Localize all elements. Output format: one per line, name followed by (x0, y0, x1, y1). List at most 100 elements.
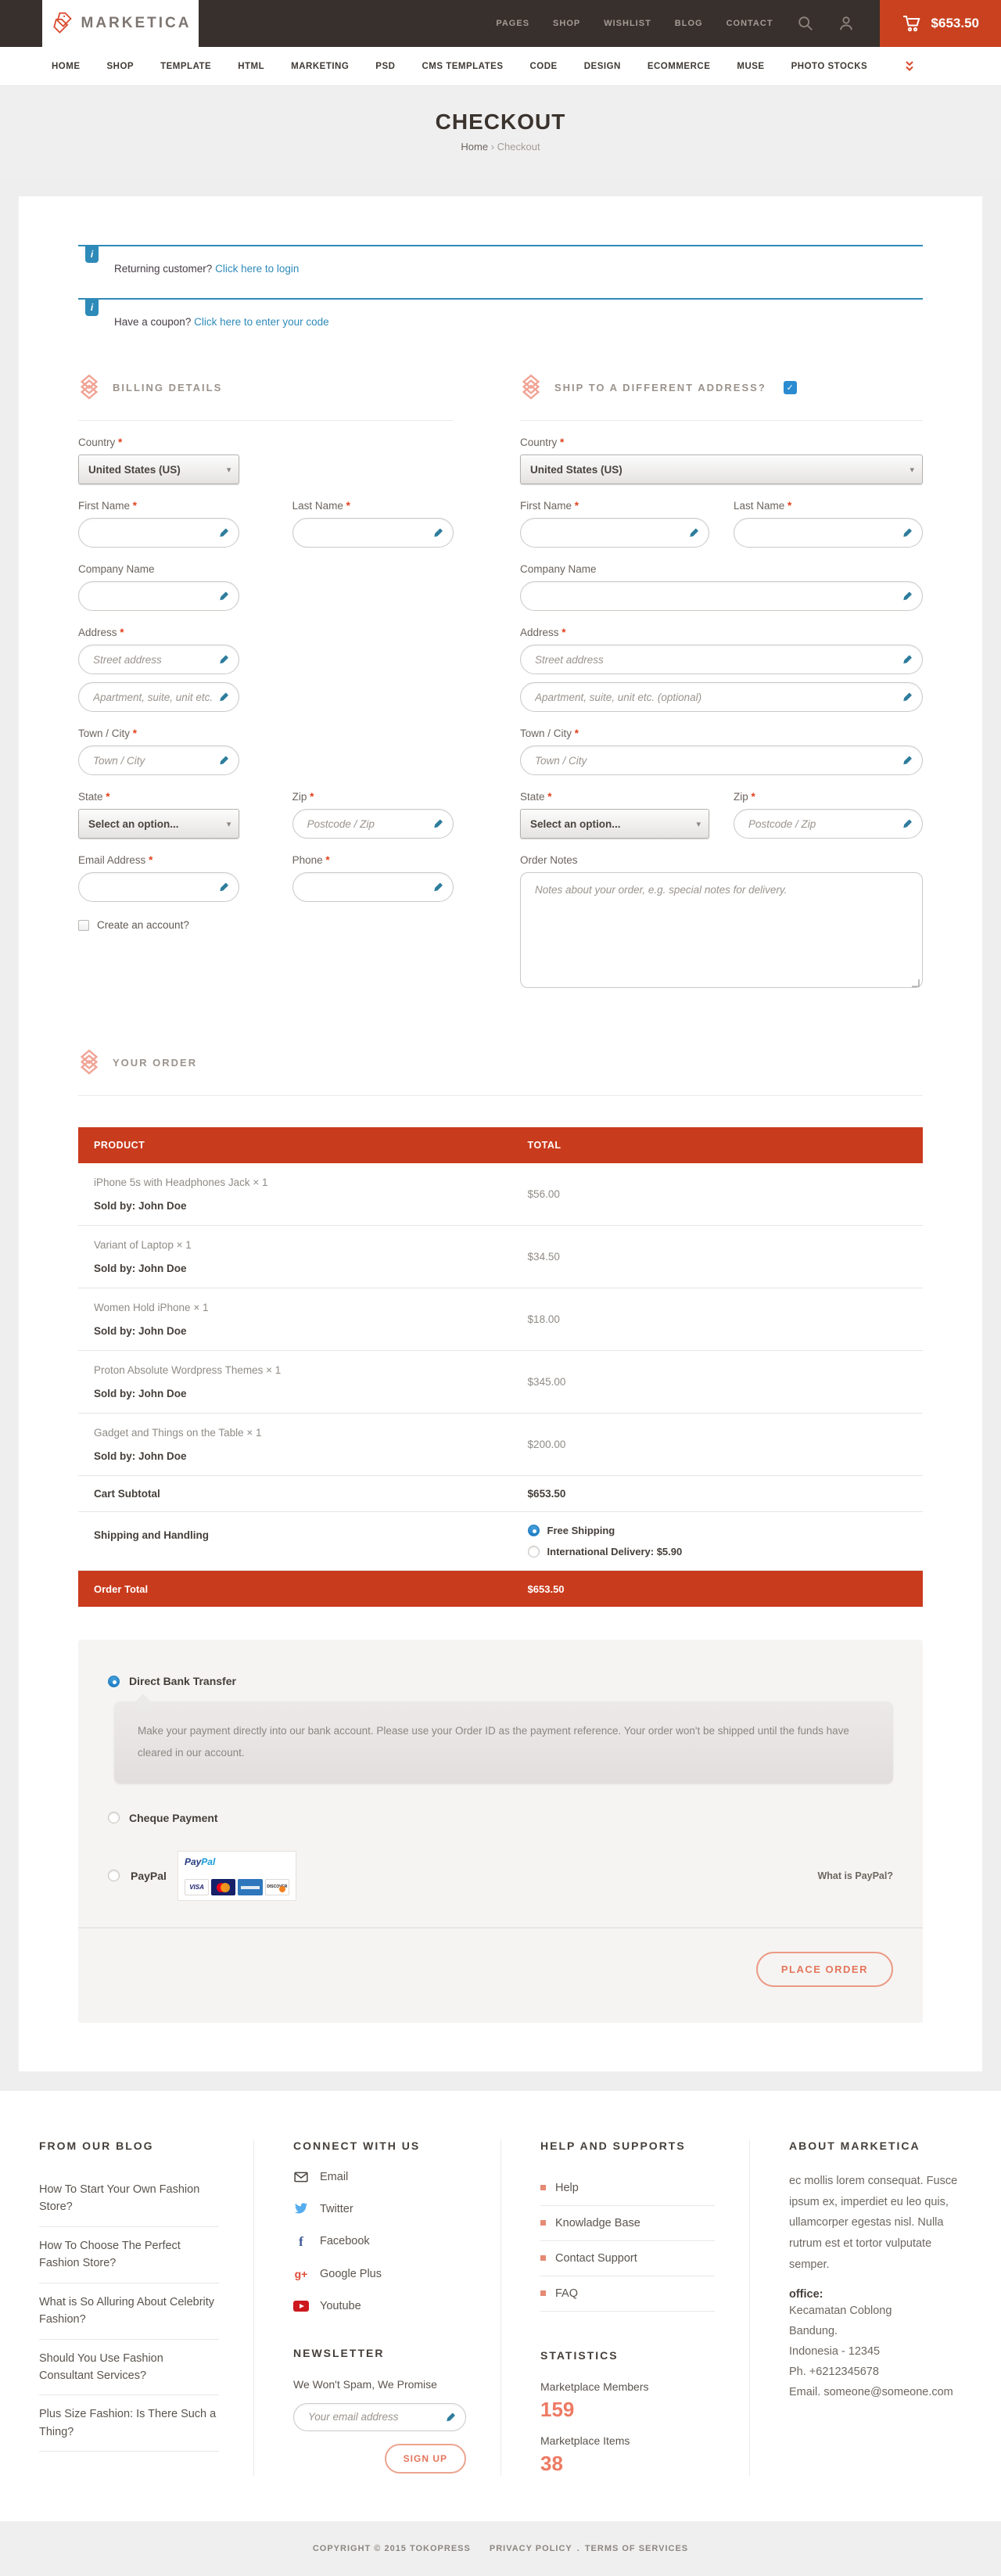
nav-template[interactable]: TEMPLATE (160, 62, 211, 71)
blog-link[interactable]: Plus Size Fashion: Is There Such a Thing… (39, 2395, 219, 2452)
blog-link[interactable]: What is So Alluring About Celebrity Fash… (39, 2283, 219, 2340)
billing-first-name-input[interactable] (78, 518, 239, 548)
sign-up-button[interactable]: SIGN UP (385, 2444, 466, 2474)
coupon-notice: i Have a coupon? Click here to enter you… (78, 298, 923, 339)
nav-ecommerce[interactable]: ECOMMERCE (648, 62, 711, 71)
topnav-blog[interactable]: BLOG (675, 19, 703, 28)
account-icon[interactable] (838, 15, 855, 32)
nav-photo-stocks[interactable]: PHOTO STOCKS (791, 62, 868, 71)
radio-selected[interactable] (108, 1676, 120, 1687)
shipping-state-select[interactable]: Select an option... ▾ (520, 809, 709, 839)
order-notes-textarea[interactable] (520, 872, 923, 988)
what-is-paypal-link[interactable]: What is PayPal? (817, 1870, 893, 1881)
main-nav: HOME SHOP TEMPLATE HTML MARKETING PSD CM… (0, 47, 1001, 86)
nav-home[interactable]: HOME (52, 62, 81, 71)
stat-label: Marketplace Items (540, 2434, 715, 2447)
shipping-town-input[interactable] (520, 745, 923, 775)
email-link[interactable]: Email (293, 2171, 466, 2183)
radio-unselected[interactable] (528, 1546, 540, 1557)
place-order-button[interactable]: PLACE ORDER (756, 1952, 893, 1987)
terms-link[interactable]: TERMS OF SERVICES (585, 2544, 688, 2553)
international-delivery-option[interactable]: International Delivery: $5.90 (528, 1546, 683, 1557)
shipping-state-group: State * Select an option... ▾ (520, 775, 709, 839)
sold-by: Sold by: John Doe (94, 1388, 528, 1399)
topnav-contact[interactable]: CONTACT (727, 19, 773, 28)
create-account-checkbox[interactable] (78, 920, 89, 931)
billing-zip-input[interactable] (292, 809, 454, 839)
billing-country-select[interactable]: United States (US) ▾ (78, 454, 239, 484)
shipping-company-input[interactable] (520, 581, 923, 611)
blog-link[interactable]: Should You Use Fashion Consultant Servic… (39, 2340, 219, 2396)
billing-last-name-input[interactable] (292, 518, 454, 548)
shipping-street-field (520, 645, 923, 674)
help-link[interactable]: Knowladge Base (540, 2206, 715, 2241)
cart-icon (902, 14, 922, 33)
radio-selected[interactable] (528, 1525, 540, 1536)
billing-state-select[interactable]: Select an option... ▾ (78, 809, 239, 839)
nav-shop[interactable]: SHOP (107, 62, 135, 71)
nav-psd[interactable]: PSD (375, 62, 395, 71)
billing-column: BILLING DETAILS Country * United States … (78, 373, 454, 992)
cheque-method[interactable]: Cheque Payment (108, 1812, 893, 1824)
nav-html[interactable]: HTML (238, 62, 264, 71)
address-line: Ph. +6212345678 (789, 2362, 967, 2382)
login-link[interactable]: Click here to login (215, 263, 299, 275)
notice-prefix: Returning customer? (114, 263, 212, 275)
dot-separator: . (577, 2544, 580, 2553)
billing-phone-input[interactable] (292, 872, 454, 902)
cart-button[interactable]: $653.50 (880, 0, 1001, 47)
shipping-column: SHIP TO A DIFFERENT ADDRESS? ✓ Country *… (520, 373, 923, 992)
social-label: Twitter (320, 2203, 353, 2215)
blog-link[interactable]: How To Start Your Own Fashion Store? (39, 2171, 219, 2227)
cart-subtotal-value: $653.50 (528, 1488, 566, 1500)
google-plus-link[interactable]: g+ Google Plus (293, 2268, 466, 2280)
billing-company-input[interactable] (78, 581, 239, 611)
breadcrumb-home[interactable]: Home (461, 141, 488, 153)
nav-cms-templates[interactable]: CMS TEMPLATES (422, 62, 503, 71)
topnav-pages[interactable]: PAGES (496, 19, 529, 28)
label-text: Country (520, 437, 557, 448)
shipping-state-zip-row: State * Select an option... ▾ Zip * (520, 775, 923, 839)
help-link[interactable]: Help (540, 2171, 715, 2206)
blog-link[interactable]: How To Choose The Perfect Fashion Store? (39, 2227, 219, 2283)
shipping-last-name-input[interactable] (734, 518, 923, 548)
select-arrow-icon: ▾ (697, 819, 701, 829)
nav-muse[interactable]: MUSE (737, 62, 764, 71)
shipping-apartment-input[interactable] (520, 682, 923, 712)
nav-design[interactable]: DESIGN (584, 62, 621, 71)
facebook-link[interactable]: f Facebook (293, 2235, 466, 2248)
shipping-country-select[interactable]: United States (US) ▾ (520, 454, 923, 484)
billing-street-input[interactable] (78, 645, 239, 674)
total-column-header: TOTAL (528, 1140, 561, 1151)
topnav-shop[interactable]: SHOP (553, 19, 580, 28)
brand-name: MARKETICA (81, 15, 192, 32)
bank-transfer-method[interactable]: Direct Bank Transfer (108, 1675, 893, 1687)
topnav-wishlist[interactable]: WISHLIST (604, 19, 651, 28)
ship-different-checkbox[interactable]: ✓ (784, 381, 797, 394)
shipping-first-name-input[interactable] (520, 518, 709, 548)
radio-unselected[interactable] (108, 1870, 120, 1881)
shipping-zip-input[interactable] (734, 809, 923, 839)
twitter-link[interactable]: Twitter (293, 2203, 466, 2215)
table-row: Gadget and Things on the Table × 1Sold b… (78, 1414, 923, 1476)
nav-marketing[interactable]: MARKETING (291, 62, 349, 71)
billing-email-input[interactable] (78, 872, 239, 902)
required-mark: * (133, 728, 137, 739)
privacy-policy-link[interactable]: PRIVACY POLICY (490, 2544, 572, 2553)
billing-town-input[interactable] (78, 745, 239, 775)
help-link[interactable]: Contact Support (540, 2241, 715, 2276)
nav-code[interactable]: CODE (530, 62, 558, 71)
chevrons-down-icon[interactable] (904, 60, 915, 77)
billing-apartment-input[interactable] (78, 682, 239, 712)
select-value: United States (US) (530, 464, 622, 476)
coupon-link[interactable]: Click here to enter your code (194, 316, 329, 328)
radio-unselected[interactable] (108, 1812, 120, 1823)
youtube-link[interactable]: Youtube (293, 2300, 466, 2312)
free-shipping-option[interactable]: Free Shipping (528, 1525, 683, 1536)
shipping-company-field (520, 581, 923, 611)
newsletter-email-input[interactable] (293, 2403, 466, 2431)
logo[interactable]: MARKETICA (42, 0, 199, 52)
help-link[interactable]: FAQ (540, 2276, 715, 2312)
shipping-street-input[interactable] (520, 645, 923, 674)
search-icon[interactable] (797, 15, 814, 32)
